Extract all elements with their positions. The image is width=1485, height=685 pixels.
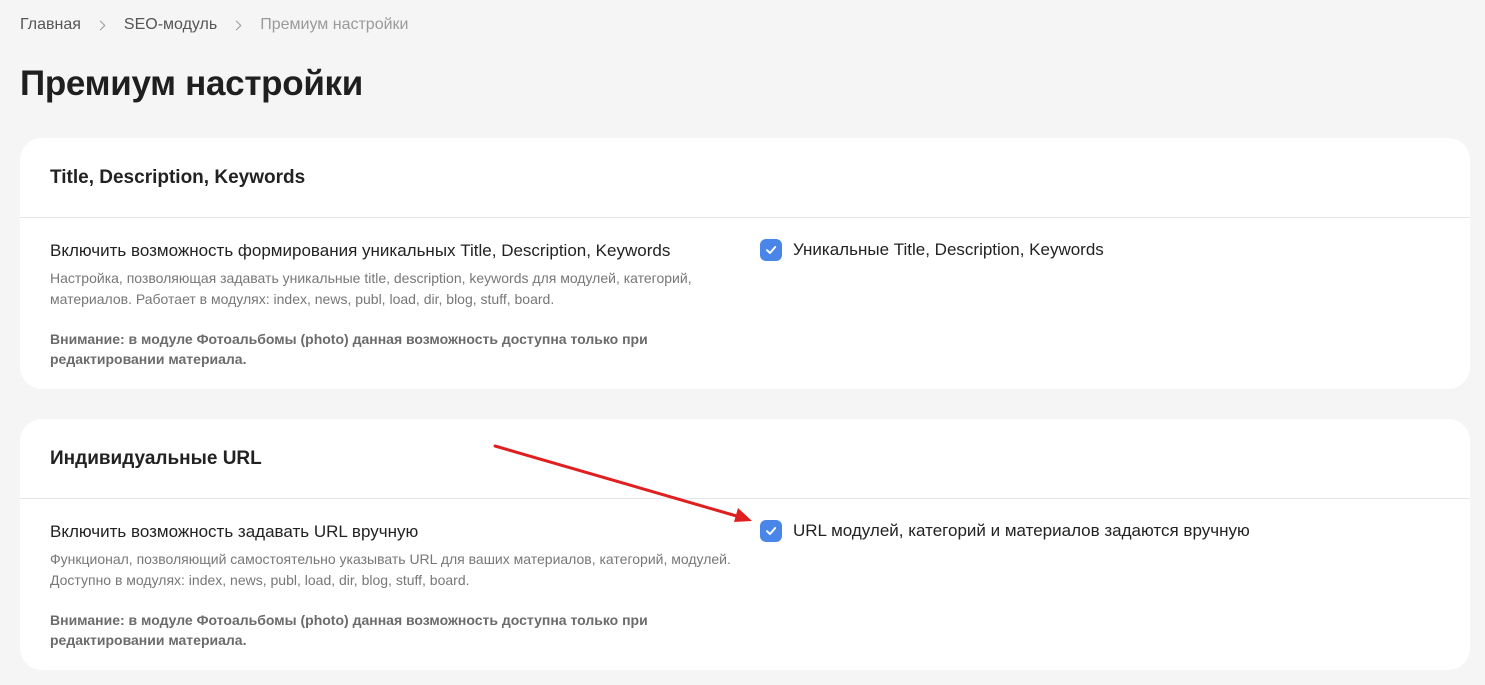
- card-header: Индивидуальные URL: [20, 419, 1470, 499]
- checkmark-icon: [766, 527, 777, 535]
- setting-description: Настройка, позволяющая задавать уникальн…: [50, 270, 692, 307]
- card-title-description-keywords: Title, Description, Keywords Включить во…: [20, 138, 1470, 389]
- page-title: Премиум настройки: [20, 64, 363, 103]
- card-title: Индивидуальные URL: [50, 447, 262, 469]
- chevron-right-icon: [95, 20, 106, 30]
- breadcrumb-home-link[interactable]: Главная: [20, 16, 81, 34]
- card-header: Title, Description, Keywords: [20, 138, 1470, 218]
- setting-info: Включить возможность задавать URL вручну…: [50, 521, 750, 650]
- card-body: Включить возможность формирования уникал…: [20, 218, 1470, 369]
- unique-meta-checkbox[interactable]: [760, 239, 782, 261]
- card-body: Включить возможность задавать URL вручну…: [20, 499, 1470, 650]
- setting-warning: Внимание: в модуле Фотоальбомы (photo) д…: [50, 612, 648, 648]
- chevron-right-icon: [231, 20, 242, 30]
- checkbox-label[interactable]: Уникальные Title, Description, Keywords: [793, 240, 1104, 260]
- setting-info: Включить возможность формирования уникал…: [50, 240, 750, 369]
- checkmark-icon: [766, 246, 777, 254]
- manual-url-checkbox[interactable]: [760, 520, 782, 542]
- breadcrumb-seo-module-link[interactable]: SEO-модуль: [124, 16, 217, 34]
- manual-url-checkbox-control[interactable]: URL модулей, категорий и материалов зада…: [760, 520, 1250, 542]
- unique-meta-checkbox-control[interactable]: Уникальные Title, Description, Keywords: [760, 239, 1104, 261]
- setting-label: Включить возможность формирования уникал…: [50, 241, 671, 260]
- checkbox-label[interactable]: URL модулей, категорий и материалов зада…: [793, 521, 1250, 541]
- setting-label: Включить возможность задавать URL вручну…: [50, 522, 419, 541]
- setting-description: Функционал, позволяющий самостоятельно у…: [50, 551, 731, 588]
- breadcrumb: Главная SEO-модуль Премиум настройки: [20, 14, 408, 36]
- breadcrumb-current: Премиум настройки: [260, 16, 409, 33]
- setting-warning: Внимание: в модуле Фотоальбомы (photo) д…: [50, 331, 648, 367]
- card-individual-url: Индивидуальные URL Включить возможность …: [20, 419, 1470, 670]
- card-title: Title, Description, Keywords: [50, 166, 306, 188]
- page: Главная SEO-модуль Премиум настройки Пре…: [0, 0, 1485, 685]
